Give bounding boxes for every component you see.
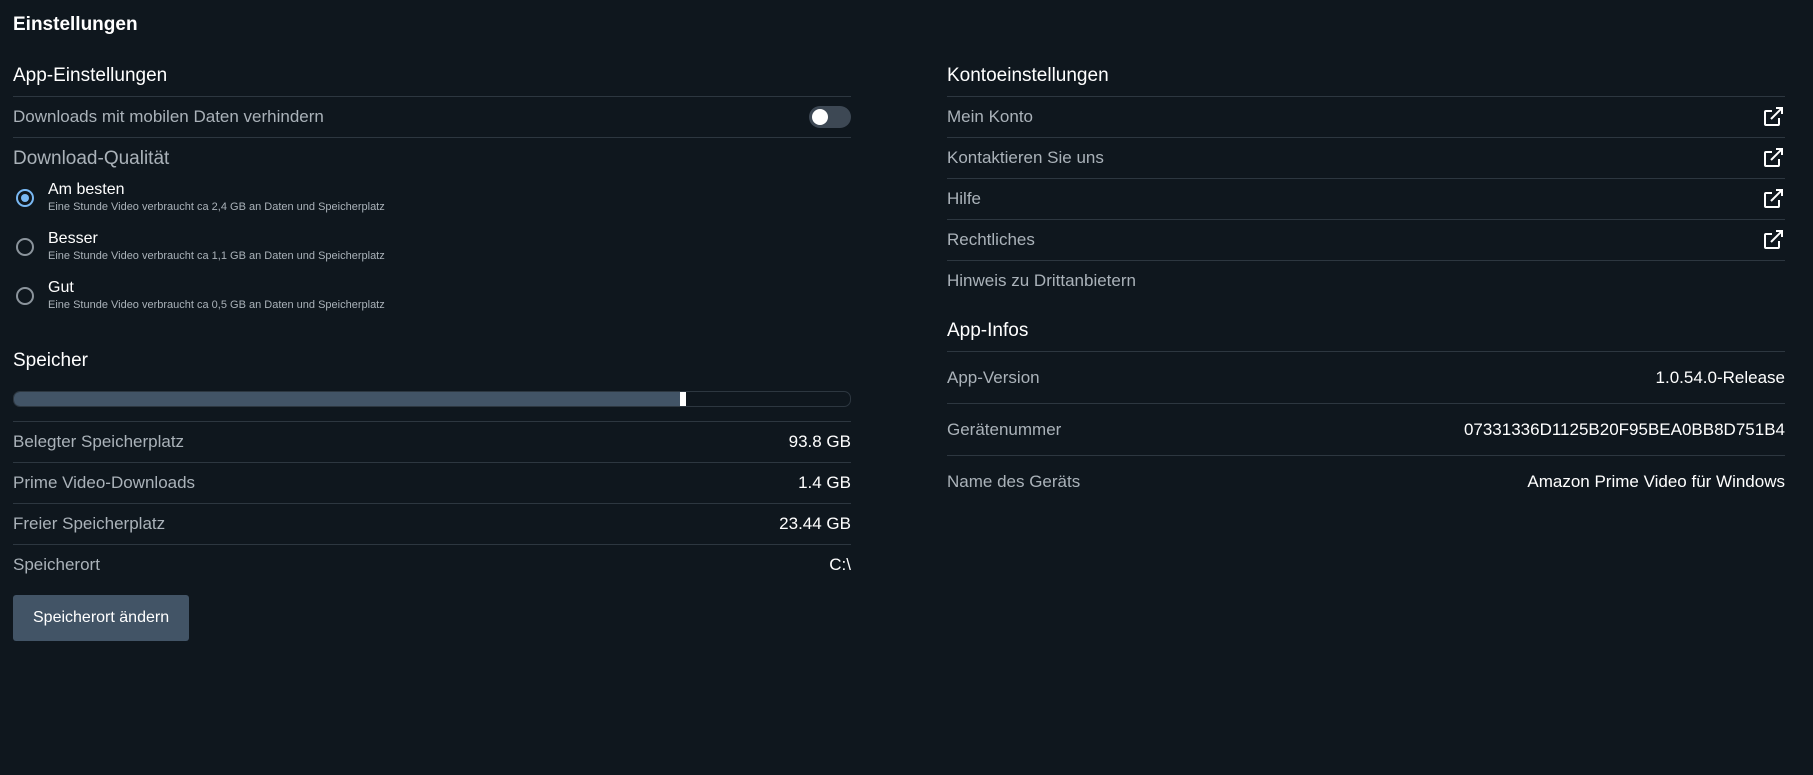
external-link-icon[interactable] (1761, 187, 1785, 211)
storage-title: Speicher (13, 350, 88, 371)
storage-row-free: Freier Speicherplatz 23.44 GB (13, 503, 851, 544)
quality-option-desc: Eine Stunde Video verbraucht ca 2,4 GB a… (48, 201, 385, 213)
app-info-value: 07331336D1125B20F95BEA0BB8D751B4 (1463, 419, 1785, 439)
storage-row-label: Freier Speicherplatz (13, 514, 166, 533)
account-settings-column: Kontoeinstellungen Mein Konto Kontaktier… (947, 60, 1785, 507)
storage-row-location: Speicherort C:\ (13, 544, 851, 585)
account-link-label[interactable]: Rechtliches (947, 230, 1035, 250)
toggle-knob (812, 109, 828, 125)
quality-option-best[interactable]: Am besten Eine Stunde Video verbraucht c… (13, 180, 851, 229)
mobile-data-row: Downloads mit mobilen Daten verhindern (13, 96, 851, 137)
storage-row-value: 93.8 GB (788, 432, 851, 451)
account-link-contact[interactable]: Kontaktieren Sie uns (947, 137, 1785, 178)
radio-good[interactable] (16, 287, 34, 305)
app-info-value: Amazon Prime Video für Windows (1527, 471, 1785, 491)
account-link-label[interactable]: Hinweis zu Drittanbietern (947, 271, 1136, 291)
app-info-row-device-number: Gerätenummer 07331336D1125B20F95BEA0BB8D… (947, 403, 1785, 455)
account-link-label[interactable]: Mein Konto (947, 107, 1033, 127)
app-settings-title: App-Einstellungen (13, 65, 168, 86)
app-info-label: App-Version (947, 367, 1040, 387)
quality-option-desc: Eine Stunde Video verbraucht ca 1,1 GB a… (48, 250, 385, 262)
account-settings-title: Kontoeinstellungen (947, 65, 1109, 86)
change-storage-location-button[interactable]: Speicherort ändern (13, 595, 190, 641)
account-link-label[interactable]: Hilfe (947, 189, 981, 209)
storage-row-value: 1.4 GB (798, 473, 851, 492)
quality-option-desc: Eine Stunde Video verbraucht ca 0,5 GB a… (48, 299, 385, 311)
app-info-title: App-Infos (947, 320, 1029, 341)
storage-row-downloads: Prime Video-Downloads 1.4 GB (13, 462, 851, 503)
quality-option-label: Besser (48, 230, 98, 247)
app-info-value: 1.0.54.0-Release (1655, 367, 1785, 387)
radio-better[interactable] (16, 238, 34, 256)
download-quality-title: Download-Qualität (13, 137, 851, 180)
storage-row-label: Speicherort (13, 555, 100, 574)
app-info-label: Name des Geräts (947, 471, 1081, 491)
account-link-help[interactable]: Hilfe (947, 178, 1785, 219)
external-link-icon[interactable] (1761, 105, 1785, 129)
app-info-row-version: App-Version 1.0.54.0-Release (947, 351, 1785, 403)
account-link-label[interactable]: Kontaktieren Sie uns (947, 148, 1104, 168)
quality-option-good[interactable]: Gut Eine Stunde Video verbraucht ca 0,5 … (13, 278, 851, 327)
mobile-data-label: Downloads mit mobilen Daten verhindern (13, 107, 324, 126)
storage-usage-fill (14, 392, 683, 406)
storage-row-label: Belegter Speicherplatz (13, 432, 185, 451)
account-link-third-party[interactable]: Hinweis zu Drittanbietern (947, 260, 1785, 301)
storage-row-value: C:\ (829, 555, 851, 574)
quality-option-better[interactable]: Besser Eine Stunde Video verbraucht ca 1… (13, 229, 851, 278)
external-link-icon[interactable] (1761, 146, 1785, 170)
storage-row-value: 23.44 GB (779, 514, 851, 533)
radio-best[interactable] (16, 189, 34, 207)
account-link-legal[interactable]: Rechtliches (947, 219, 1785, 260)
quality-option-label: Gut (48, 279, 74, 296)
storage-row-label: Prime Video-Downloads (13, 473, 196, 492)
app-info-label: Gerätenummer (947, 419, 1062, 439)
storage-usage-marker (679, 392, 686, 406)
account-link-my-account[interactable]: Mein Konto (947, 96, 1785, 137)
app-settings-column: App-Einstellungen Downloads mit mobilen … (13, 60, 851, 641)
quality-option-label: Am besten (48, 181, 125, 198)
external-link-icon[interactable] (1761, 228, 1785, 252)
storage-usage-bar (13, 391, 851, 407)
mobile-data-toggle[interactable] (809, 106, 851, 128)
storage-row-used: Belegter Speicherplatz 93.8 GB (13, 421, 851, 462)
page-title: Einstellungen (13, 14, 138, 35)
app-info-row-device-name: Name des Geräts Amazon Prime Video für W… (947, 455, 1785, 507)
